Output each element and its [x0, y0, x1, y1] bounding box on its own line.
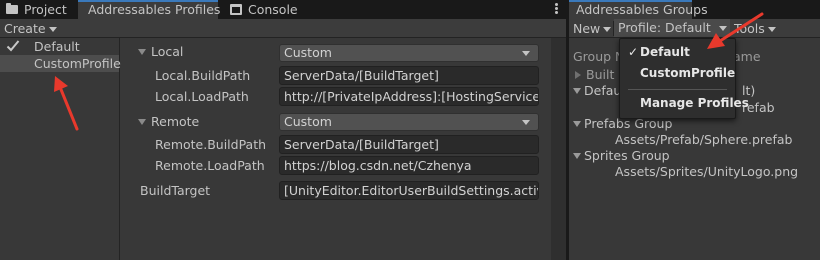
new-button[interactable]: New: [573, 21, 612, 36]
groups-toolbar: New Profile: Default Tools: [569, 19, 820, 38]
profiles-toolbar: Create: [0, 19, 566, 38]
profile-settings: Local Custom Local.BuildPath ServerData/…: [121, 38, 551, 260]
remote-buildpath-field[interactable]: ServerData/[BuildTarget]: [279, 135, 539, 154]
tab-console[interactable]: Console: [230, 0, 298, 19]
local-buildpath-label: Local.BuildPath: [155, 68, 251, 83]
menu-item-manage-profiles[interactable]: Manage Profiles: [620, 94, 749, 112]
tree-header-group-name[interactable]: Group N: [573, 49, 624, 64]
remote-mode-dropdown[interactable]: Custom: [279, 113, 539, 131]
chevron-down-icon: [603, 27, 612, 32]
foldout-open-icon: [573, 120, 581, 127]
right-tab-bar: Addressables Groups: [569, 0, 820, 19]
profile-item-customprofile[interactable]: CustomProfile: [0, 55, 121, 72]
buildtarget-label: BuildTarget: [140, 183, 211, 198]
annotation-arrow-icon: [54, 76, 79, 131]
folder-icon: [6, 3, 18, 14]
remote-section-header[interactable]: Remote: [138, 114, 199, 129]
profile-list: Default CustomProfile: [0, 38, 121, 260]
buildtarget-field[interactable]: [UnityEditor.EditorUserBuildSettings.act…: [279, 181, 539, 200]
local-buildpath-field[interactable]: ServerData/[BuildTarget]: [279, 66, 539, 85]
check-icon: ✓: [628, 45, 639, 59]
tab-project-label: Project: [24, 2, 67, 17]
console-icon: [230, 4, 242, 15]
vertical-scrollbar[interactable]: [551, 38, 566, 260]
chevron-down-icon: [522, 120, 530, 125]
profile-button-label: Profile: Default: [618, 20, 711, 35]
local-mode-dropdown[interactable]: Custom: [279, 44, 539, 62]
tab-addressables-groups[interactable]: Addressables Groups: [569, 0, 708, 19]
left-tab-bar: Project Addressables Profiles Console: [0, 0, 566, 19]
remote-header-label: Remote: [151, 114, 200, 129]
menu-item-customprofile[interactable]: CustomProfile: [620, 64, 735, 82]
remote-buildpath-label: Remote.BuildPath: [155, 137, 267, 152]
menu-item-label: CustomProfile: [640, 66, 736, 80]
tab-project[interactable]: Project: [6, 0, 67, 19]
chevron-down-icon: [767, 27, 776, 32]
local-loadpath-label: Local.LoadPath: [155, 89, 249, 104]
new-button-label: New: [573, 21, 601, 36]
create-button-label: Create: [4, 21, 46, 36]
chevron-down-icon: [48, 27, 57, 32]
tab-groups-label: Addressables Groups: [576, 2, 708, 17]
foldout-open-icon: [573, 87, 581, 94]
foldout-icon: [138, 118, 146, 125]
more-options-icon[interactable]: [555, 3, 558, 15]
tree-row-label: Built I: [586, 67, 623, 82]
foldout-open-icon: [573, 152, 581, 159]
tree-row-sprites-group[interactable]: Sprites Group: [573, 148, 670, 163]
tree-row-label: Sprites Group: [584, 148, 670, 163]
profile-item-label: CustomProfile: [34, 56, 121, 71]
menu-separator: [628, 89, 727, 90]
tree-row-built-in[interactable]: Built I: [575, 67, 622, 82]
remote-loadpath-label: Remote.LoadPath: [155, 158, 265, 173]
local-loadpath-field[interactable]: http://[PrivateIpAddress]:[HostingServic…: [279, 87, 539, 106]
chevron-down-icon: [522, 51, 530, 56]
tab-addressables-profiles[interactable]: Addressables Profiles: [78, 0, 221, 19]
check-icon: [6, 40, 20, 52]
tab-profiles-label: Addressables Profiles: [88, 2, 221, 17]
tree-row-unitylogo[interactable]: Assets/Sprites/UnityLogo.png: [615, 164, 798, 179]
menu-item-label: Manage Profiles: [640, 96, 749, 110]
remote-loadpath-field[interactable]: https://blog.csdn.net/Czhenya: [279, 156, 539, 175]
remote-mode-value: Custom: [284, 114, 332, 129]
local-mode-value: Custom: [284, 45, 332, 60]
profile-item-default[interactable]: Default: [0, 38, 119, 55]
local-section-header[interactable]: Local: [138, 44, 183, 59]
tree-row-label: Defau: [584, 83, 622, 98]
menu-item-label: Default: [640, 45, 690, 59]
annotation-arrow-icon: [707, 12, 764, 49]
tree-row-default-group[interactable]: Defau: [573, 83, 621, 98]
profile-item-label: Default: [34, 39, 80, 54]
create-button[interactable]: Create: [4, 21, 57, 36]
foldout-icon: [138, 48, 146, 55]
tree-row-sphere-prefab[interactable]: Assets/Prefab/Sphere.prefab: [615, 132, 792, 147]
local-header-label: Local: [151, 44, 184, 59]
tab-console-label: Console: [248, 2, 298, 17]
foldout-closed-icon: [575, 70, 581, 79]
